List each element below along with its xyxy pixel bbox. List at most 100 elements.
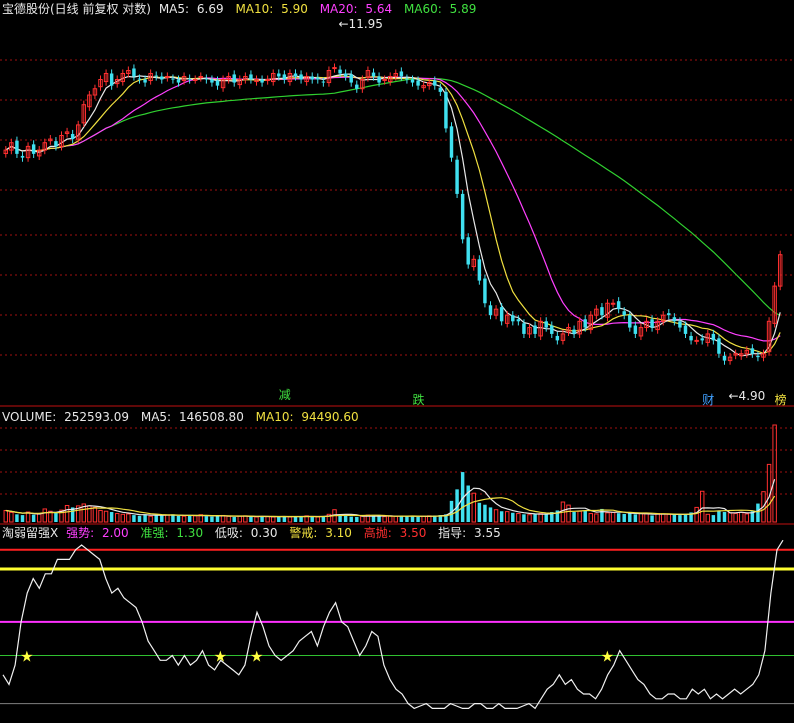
volume-bar-down [477,502,482,522]
volume-bar-down [488,507,493,522]
indicator-header: 淘弱留强X 强势: 2.00 准强: 1.30 低吸: 0.30 警戒: 3.1… [2,525,509,541]
candle-down [210,79,214,83]
volume-bar-up [120,513,126,523]
volume-label: VOLUME: 252593.09 [2,410,130,424]
volume-bar-down [20,515,25,522]
candle-down [678,321,682,328]
volume-bar-down [204,516,209,522]
volume-bar-up [254,516,259,523]
price-header: 宝德股份(日线 前复权 对数) MA5: 6.69 MA10: 5.90 MA2… [2,1,484,17]
candle-down [683,325,688,334]
volume-bar-up [237,515,243,523]
candle-down [160,76,164,80]
ma20-label: MA20: 5.64 [319,2,393,16]
candle-down [215,80,220,86]
volume-bar-up [98,509,103,523]
volume-bar-down [15,514,19,522]
candle-down [672,317,677,322]
volume-bar-up [527,514,532,523]
candle-down [756,355,760,358]
candle-down [232,74,236,83]
volume-bar-up [36,513,42,523]
candle-down [616,301,621,310]
volume-bar-down [260,516,264,522]
volume-bar-down [132,515,136,522]
high-price-label: ←11.95 [339,17,383,31]
ma20-polyline [5,76,781,342]
star-icon: ★ [250,648,263,666]
candle-up [165,75,170,78]
volume-bar-down [410,516,415,522]
volume-bar-down [633,514,638,522]
volume-bar-up [660,513,666,523]
volume-bar-down [160,515,164,522]
volume-bar-up [772,424,777,523]
candle-up [192,79,198,82]
volume-bar-up [610,511,616,523]
volume-bar-down [282,516,287,522]
volume-bar-up [744,513,750,523]
ma60-label: MA60: 5.89 [403,2,477,16]
volume-bar-up [705,513,711,523]
volume-bar-down [522,514,526,522]
candle-up [694,339,699,342]
volume-bar-down [583,510,587,522]
candle-down [533,325,537,334]
candle-down [299,74,303,80]
candle-down [20,155,25,158]
candle-down [600,307,604,316]
volume-bar-down [109,512,114,522]
candle-up [332,67,337,70]
volume-bar-down [176,515,181,522]
ma60-line [5,77,781,317]
ma5-polyline [5,73,781,357]
volume-ma5-line [5,479,776,518]
volume-bar-down [628,513,632,522]
volume-bar-up [493,509,499,523]
volume-bar-down [717,510,721,522]
volume-bar-down [533,514,537,522]
candle-down [488,305,493,316]
volume-bar-down [544,514,548,522]
candle-down [171,78,175,80]
volume-bar-up [9,511,14,523]
candle-down [477,259,482,281]
candle-down [460,193,465,240]
marker-bang: 榜 [775,392,787,407]
candle-down [572,329,576,334]
volume-bar-up [694,506,699,523]
candle-down [689,335,693,341]
volume-bar-down [622,513,626,522]
star-icon: ★ [214,648,227,666]
candle-down [416,80,420,86]
candle-down [249,74,253,80]
marker-cai: 财 [702,393,714,407]
low-label: 低吸: 0.30 [214,526,278,540]
volume-bar-down [416,517,420,522]
candle-down [316,77,320,80]
candle-down [154,75,158,77]
volume-bar-down [405,516,409,522]
volume-bar-up [315,516,321,523]
quasi-label: 准强: 1.30 [140,526,204,540]
candle-down [143,79,147,83]
candle-down [187,78,192,80]
candle-down [555,335,560,341]
ma20-line [5,76,781,342]
candle-down [622,311,626,316]
volume-bar-down [343,515,348,522]
candle-down [137,78,142,80]
candle-down [399,71,404,77]
volume-bar-up [387,515,393,523]
volume-bar-up [504,511,510,523]
volume-bar-down [187,515,192,522]
candle-down [522,323,526,334]
candle-down [650,319,654,328]
candle-down [511,315,515,322]
volume-bar-up [566,504,571,523]
stock-name: 宝德股份(日线 前复权 对数) [2,2,151,16]
ma60-polyline [5,77,781,317]
volume-bar-up [638,513,644,523]
volume-bar-up [226,515,231,523]
candle-up [198,75,204,78]
